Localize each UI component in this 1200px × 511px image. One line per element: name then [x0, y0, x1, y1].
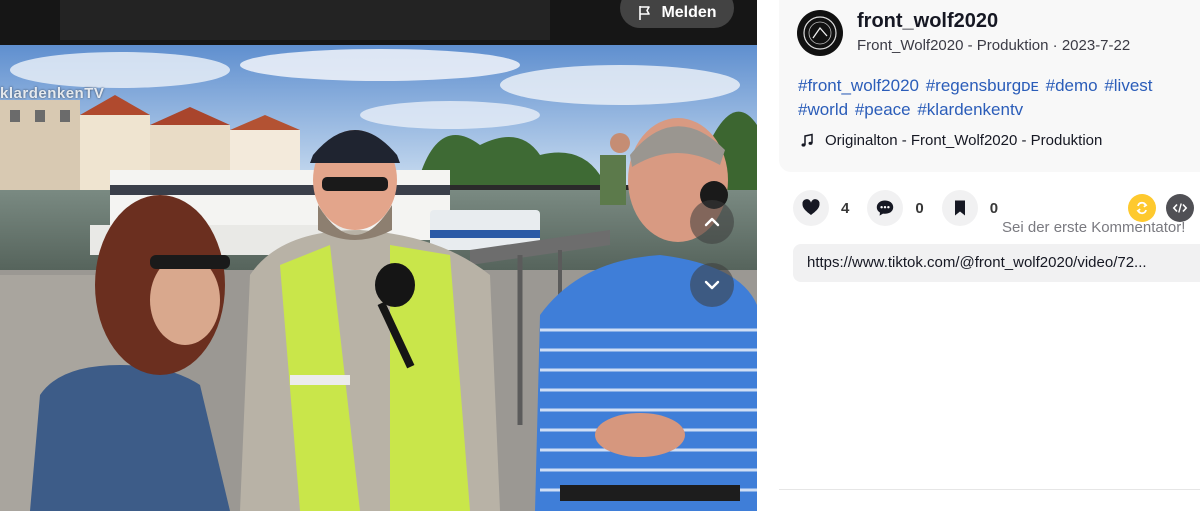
repost-button[interactable]: [1128, 194, 1156, 222]
previous-video-button[interactable]: [690, 200, 734, 244]
heart-icon: [802, 199, 820, 215]
action-bar: 4 0 0: [793, 190, 1016, 226]
first-comment-prompt: Sei der erste Kommentator!: [1002, 219, 1186, 236]
code-embed-icon: [1172, 203, 1188, 213]
username[interactable]: front_wolf2020: [857, 10, 998, 33]
music-title: Originalton - Front_Wolf2020 - Produktio…: [825, 132, 1103, 149]
flag-icon: [639, 6, 651, 20]
comment-button[interactable]: 0: [867, 190, 924, 226]
video-frame: [0, 45, 757, 511]
embed-button[interactable]: [1166, 194, 1194, 222]
video-top-strip: [60, 0, 550, 40]
hashtag-link[interactable]: #klardenkentv: [917, 100, 1023, 119]
share-options: [1128, 194, 1194, 222]
video-player[interactable]: Melden klardenkenTV: [0, 0, 757, 511]
save-button[interactable]: 0: [941, 190, 999, 226]
details-panel: front_wolf2020 Front_Wolf2020 - Produkti…: [757, 0, 1200, 511]
report-label: Melden: [661, 4, 717, 21]
avatar-logo-icon: [799, 12, 841, 54]
hashtag-list: #front_wolf2020 #regensburgᴅᴇ #demo #liv…: [798, 74, 1200, 122]
video-link-field[interactable]: https://www.tiktok.com/@front_wolf2020/v…: [793, 244, 1200, 282]
like-button[interactable]: 4: [793, 190, 849, 226]
hashtag-link[interactable]: #demo: [1046, 76, 1098, 95]
hashtag-link[interactable]: #world: [798, 100, 848, 119]
author-and-date: Front_Wolf2020 - Produktion · 2023-7-22: [857, 37, 1131, 54]
video-watermark: klardenkenTV: [0, 85, 105, 102]
music-link[interactable]: Originalton - Front_Wolf2020 - Produktio…: [800, 132, 1102, 149]
save-count: 0: [989, 199, 999, 217]
next-video-button[interactable]: [690, 263, 734, 307]
hashtag-link[interactable]: #livest: [1104, 76, 1152, 95]
chevron-up-icon: [704, 217, 720, 227]
bookmark-icon: [954, 200, 965, 216]
avatar[interactable]: [797, 10, 843, 56]
hashtag-link[interactable]: #peace: [855, 100, 911, 119]
hashtag-link[interactable]: #front_wolf2020: [798, 76, 919, 95]
music-note-icon: [801, 133, 813, 147]
report-button[interactable]: Melden: [620, 0, 734, 28]
comment-count: 0: [915, 199, 924, 217]
like-count: 4: [841, 199, 850, 217]
chevron-down-icon: [704, 280, 720, 290]
hashtag-link[interactable]: #regensburgᴅᴇ: [926, 76, 1039, 95]
repost-icon: [1136, 201, 1148, 215]
divider: [779, 489, 1200, 490]
comment-icon: [877, 200, 894, 216]
